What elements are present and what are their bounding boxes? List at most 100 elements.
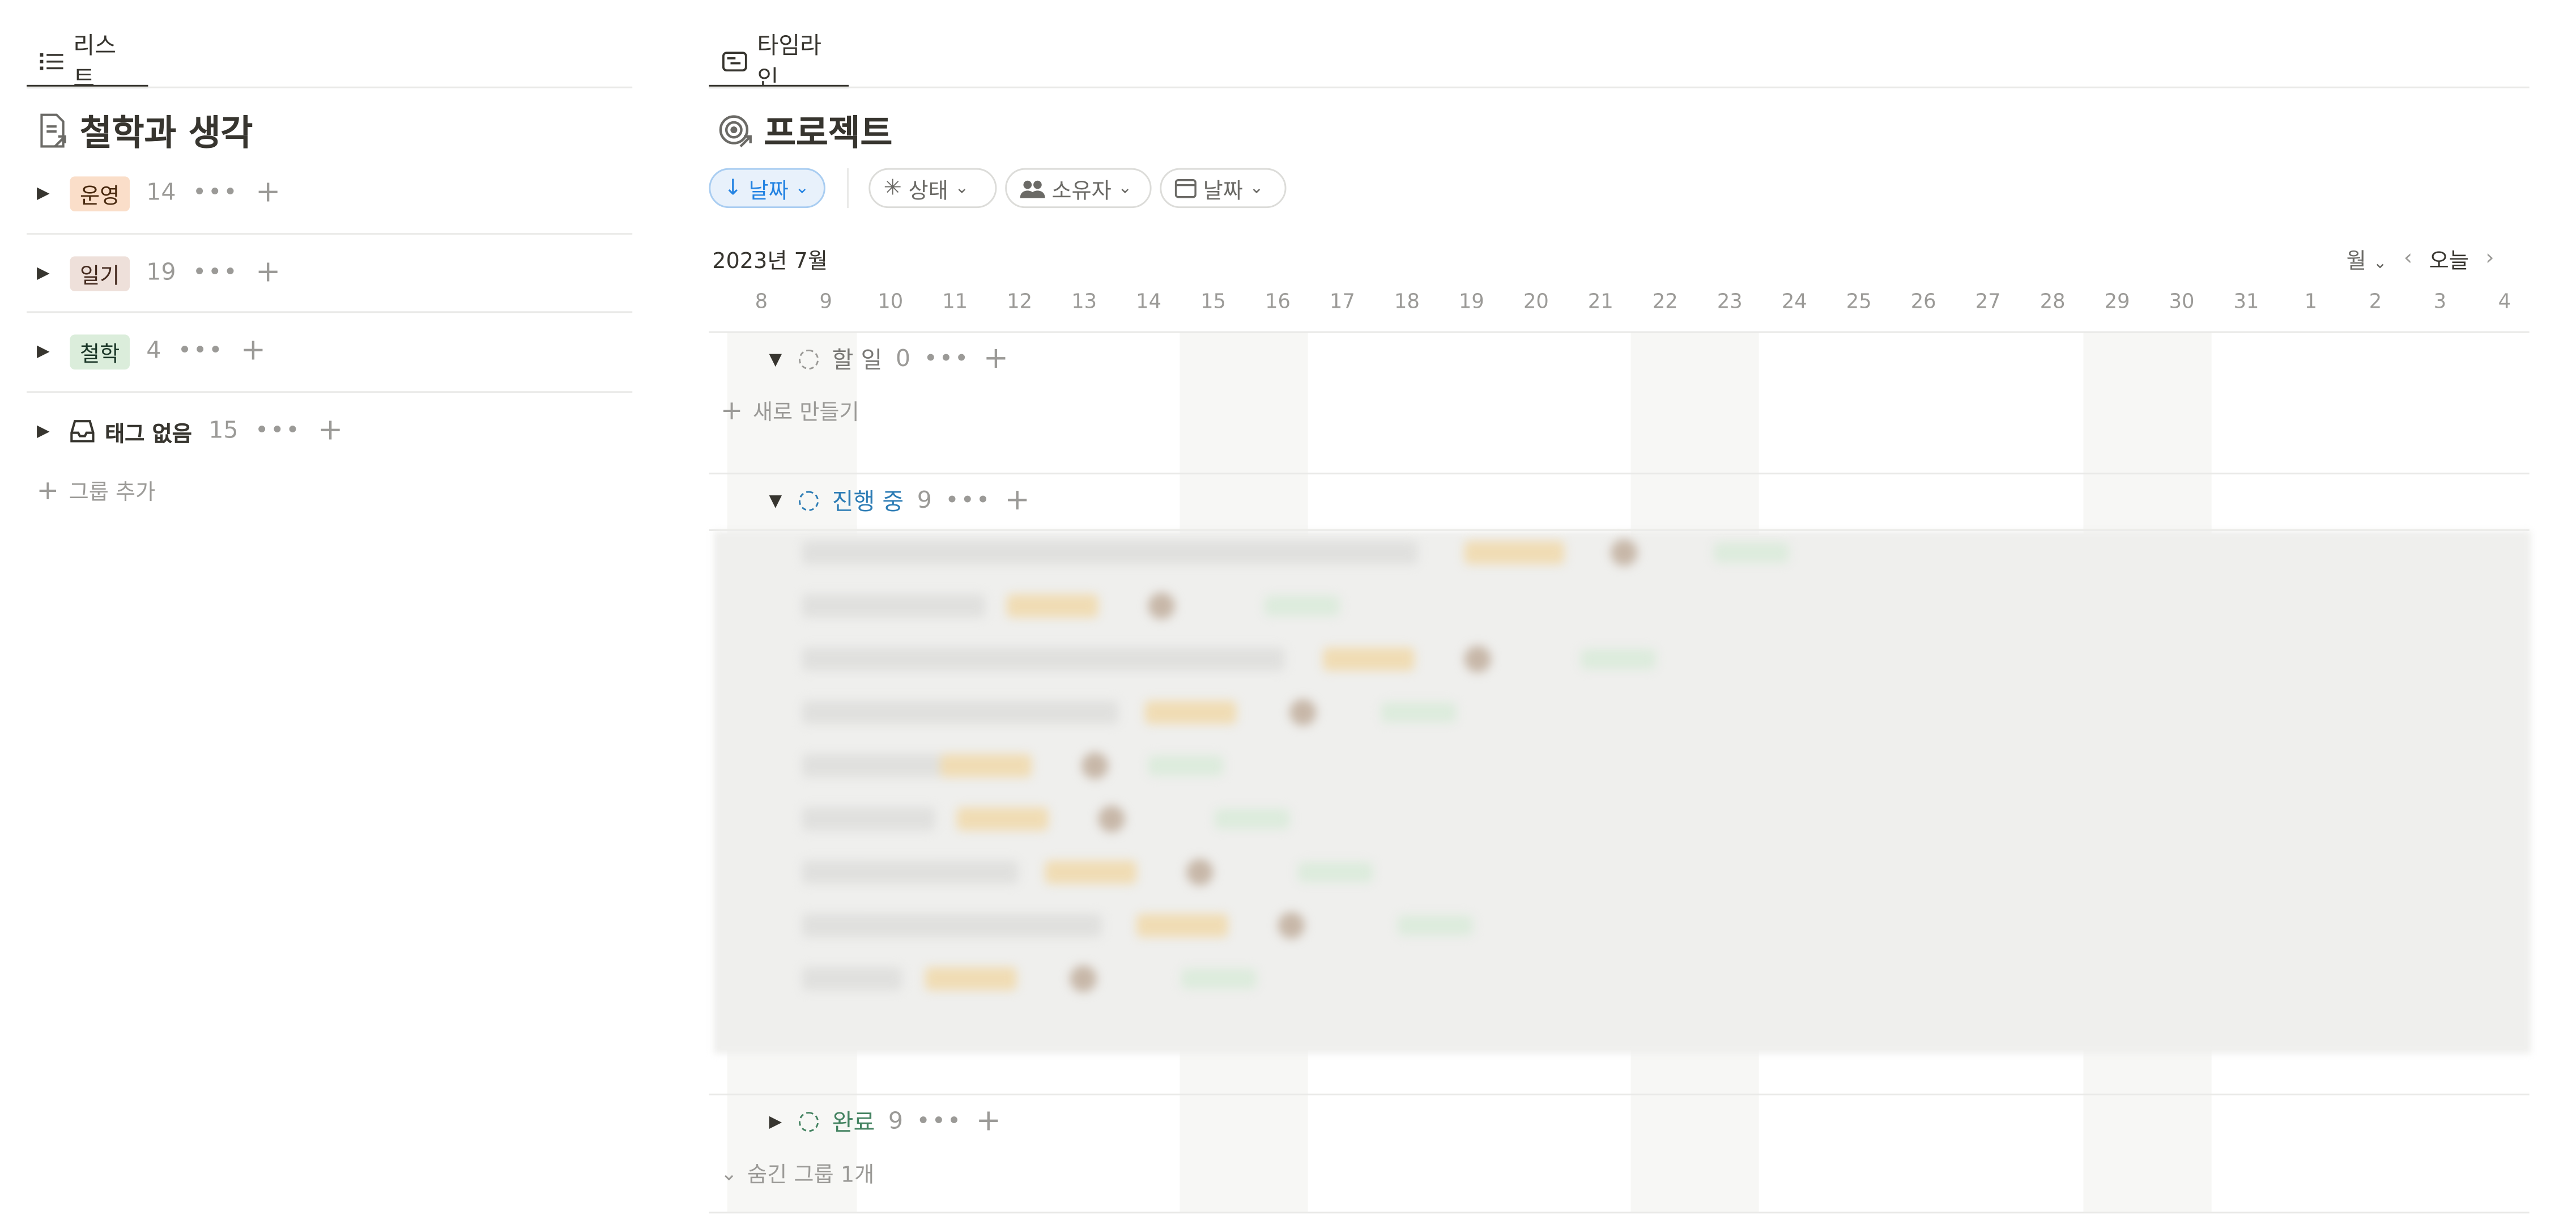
arrow-down-icon: ↓ (723, 175, 742, 201)
timeline-tab-divider (709, 86, 2530, 88)
day-tick: 18 (1394, 290, 1420, 313)
more-icon[interactable]: ••• (924, 346, 970, 373)
document-link-icon (37, 113, 70, 150)
triangle-down-icon[interactable]: ▼ (765, 492, 785, 510)
group-count: 0 (895, 346, 911, 373)
add-group-label: 그룹 추가 (69, 481, 156, 506)
redacted-tag-chip (1144, 700, 1237, 724)
triangle-down-icon[interactable]: ▼ (765, 350, 785, 368)
plus-icon: + (36, 473, 59, 505)
redacted-tag-chip (1464, 541, 1565, 564)
triangle-right-icon[interactable]: ▶ (33, 264, 53, 282)
redacted-avatar (1289, 699, 1317, 726)
redacted-avatar (1098, 805, 1125, 832)
today-button[interactable]: 오늘 (2429, 243, 2469, 275)
more-icon[interactable]: ••• (945, 488, 991, 515)
day-tick: 23 (1717, 290, 1743, 313)
add-group-button[interactable]: + 그룹 추가 (37, 474, 156, 506)
status-filter-pill[interactable]: ✳ 상태 ⌄ (868, 168, 997, 209)
redacted-title-bar (802, 754, 952, 777)
group-label: 진행 중 (832, 489, 904, 516)
more-icon[interactable]: ••• (193, 260, 239, 286)
more-icon[interactable]: ••• (193, 180, 239, 206)
group-divider (709, 473, 2530, 475)
redacted-status-chip (1181, 968, 1257, 989)
day-tick: 22 (1652, 290, 1678, 313)
group-divider (26, 391, 633, 393)
zoom-label: 월 (2346, 249, 2366, 275)
add-icon[interactable]: + (241, 335, 266, 366)
timeline-group-done[interactable]: ▶ 완료 9 ••• + (765, 1099, 1001, 1145)
list-group-row[interactable]: ▶ 철학 4 ••• + (33, 328, 266, 375)
triangle-right-icon[interactable]: ▶ (33, 422, 53, 440)
add-icon[interactable]: + (256, 257, 280, 288)
bottom-divider (709, 1212, 2530, 1214)
day-tick: 28 (2039, 290, 2066, 313)
day-tick: 21 (1587, 290, 1613, 313)
group-label: 할 일 (832, 347, 883, 375)
redacted-avatar (1148, 592, 1175, 619)
date-filter-pill[interactable]: 날짜 ⌄ (1160, 168, 1287, 209)
hidden-groups-toggle[interactable]: ⌄ 숨긴 그룹 1개 (721, 1157, 874, 1188)
group-divider (709, 1093, 2530, 1095)
more-icon[interactable]: ••• (917, 1108, 963, 1135)
timeline-group-todo[interactable]: ▼ 할 일 0 ••• + (765, 336, 1008, 383)
zoom-select[interactable]: 월 ⌄ (2347, 243, 2387, 275)
triangle-right-icon[interactable]: ▶ (33, 184, 53, 202)
new-item-button[interactable]: + 새로 만들기 (721, 394, 859, 426)
day-tick: 10 (878, 290, 904, 313)
redacted-title-bar (802, 700, 1118, 724)
list-group-row[interactable]: ▶ 일기 19 ••• + (33, 250, 280, 296)
day-tick: 4 (2498, 290, 2511, 313)
triangle-right-icon[interactable]: ▶ (33, 342, 53, 360)
day-tick: 8 (755, 290, 768, 313)
redacted-status-chip (1215, 809, 1290, 829)
group-divider (26, 233, 633, 235)
day-tick: 13 (1071, 290, 1097, 313)
sort-date-pill[interactable]: ↓ 날짜 ⌄ (709, 168, 825, 209)
more-icon[interactable]: ••• (255, 418, 301, 444)
redacted-title-bar (802, 860, 1019, 884)
inbox-icon (70, 419, 95, 443)
add-icon[interactable]: + (983, 344, 1008, 375)
redacted-avatar (1278, 912, 1305, 939)
plus-icon: + (720, 393, 743, 426)
pill-label: 날짜 (1203, 179, 1243, 204)
redacted-status-chip (1148, 755, 1223, 776)
hidden-groups-label: 숨긴 그룹 1개 (747, 1163, 875, 1189)
owner-filter-pill[interactable]: 소유자 ⌄ (1005, 168, 1152, 209)
group-count: 9 (888, 1108, 904, 1136)
group-divider (26, 311, 633, 313)
add-icon[interactable]: + (976, 1106, 1001, 1137)
redacted-avatar (1070, 965, 1097, 992)
redacted-tag-chip (1323, 647, 1415, 671)
triangle-right-icon[interactable]: ▶ (765, 1113, 785, 1131)
add-icon[interactable]: + (256, 177, 280, 208)
page-title-text: 철학과 생각 (79, 113, 253, 154)
redacted-tag-chip (956, 807, 1049, 831)
tab-list[interactable]: 리스트 (27, 33, 148, 93)
more-icon[interactable]: ••• (178, 338, 224, 364)
list-group-row[interactable]: ▶ 태그 없음 15 ••• + (33, 408, 343, 454)
tab-timeline[interactable]: 타임라인 (709, 33, 849, 93)
timeline-group-in-progress[interactable]: ▼ 진행 중 9 ••• + (765, 478, 1030, 524)
day-tick: 19 (1459, 290, 1484, 313)
redacted-status-chip (1264, 596, 1340, 616)
pill-label: 날짜 (748, 179, 789, 204)
add-icon[interactable]: + (1005, 485, 1030, 516)
status-spinner-icon: ✳ (883, 175, 902, 201)
redacted-title-bar (802, 807, 935, 831)
chevron-left-icon[interactable]: ‹ (2404, 247, 2412, 271)
list-group-row[interactable]: ▶ 운영 14 ••• + (33, 170, 280, 216)
redacted-tag-chip (925, 967, 1017, 991)
redacted-title-bar (802, 541, 1418, 564)
day-tick: 25 (1846, 290, 1872, 313)
add-icon[interactable]: + (318, 415, 343, 446)
day-tick: 15 (1200, 290, 1227, 313)
chevron-right-icon[interactable]: › (2485, 247, 2494, 271)
month-label: 2023년 7월 (712, 249, 828, 275)
redacted-title-bar (802, 647, 1285, 671)
redacted-tag-chip (940, 754, 1032, 777)
day-tick: 31 (2233, 290, 2259, 313)
day-tick: 3 (2433, 290, 2447, 313)
